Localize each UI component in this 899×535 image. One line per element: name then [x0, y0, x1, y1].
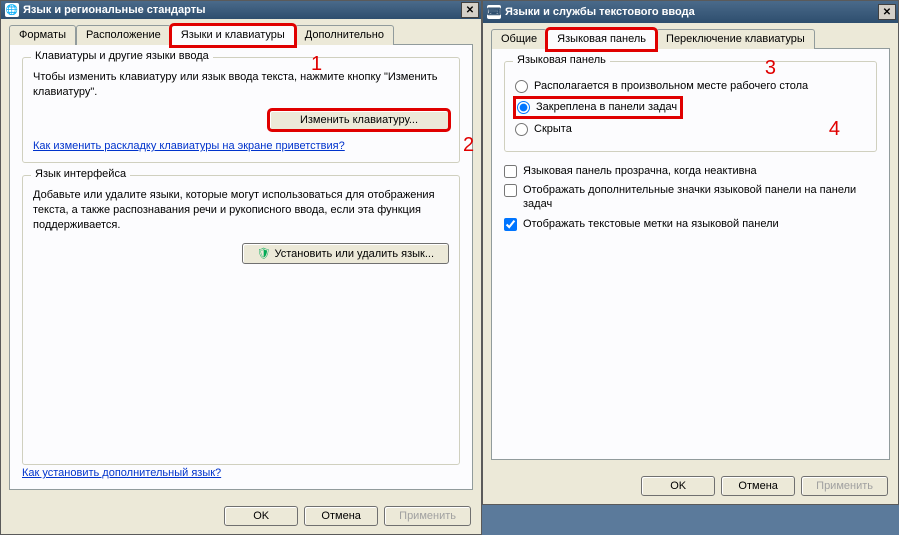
- check-transparent[interactable]: Языковая панель прозрачна, когда неактив…: [504, 164, 877, 178]
- globe-icon: 🌐: [5, 3, 19, 17]
- group-legend: Клавиатуры и другие языки ввода: [31, 50, 213, 62]
- annotation-marker: 1: [311, 53, 322, 76]
- titlebar[interactable]: ⌨ Языки и службы текстового ввода ✕: [483, 1, 898, 23]
- text-services-dialog: ⌨ Языки и службы текстового ввода ✕ Общи…: [482, 0, 899, 505]
- radio-docked[interactable]: Закреплена в панели задач: [515, 98, 681, 116]
- tab-panel: Клавиатуры и другие языки ввода Чтобы из…: [9, 44, 473, 490]
- check-extra-icons[interactable]: Отображать дополнительные значки языково…: [504, 183, 877, 212]
- window-title: Язык и региональные стандарты: [23, 4, 206, 16]
- tab-panel: Языковая панель Располагается в произвол…: [491, 48, 890, 460]
- checkbox-input[interactable]: [504, 218, 517, 231]
- change-keyboard-button[interactable]: Изменить клавиатуру...: [269, 110, 449, 130]
- titlebar[interactable]: 🌐 Язык и региональные стандарты ✕: [1, 1, 481, 19]
- group-text: Добавьте или удалите языки, которые могу…: [33, 188, 449, 233]
- group-language-bar: Языковая панель Располагается в произвол…: [504, 61, 877, 152]
- close-icon[interactable]: ✕: [461, 2, 479, 18]
- tabs: Форматы Расположение Языки и клавиатуры …: [9, 25, 473, 45]
- tab-location[interactable]: Расположение: [76, 25, 171, 45]
- annotation-marker: 4: [829, 118, 840, 141]
- install-more-link[interactable]: Как установить дополнительный язык?: [22, 467, 221, 479]
- ok-button[interactable]: OK: [641, 476, 715, 496]
- cancel-button[interactable]: Отмена: [721, 476, 795, 496]
- radio-input[interactable]: [517, 101, 530, 114]
- dialog-buttons: OK Отмена Применить: [1, 498, 481, 534]
- radio-input[interactable]: [515, 80, 528, 93]
- annotation-marker: 2: [463, 134, 474, 157]
- ok-button[interactable]: OK: [224, 506, 298, 526]
- shield-icon: 🛡: [257, 248, 271, 260]
- tab-general[interactable]: Общие: [491, 29, 547, 49]
- welcome-layout-link[interactable]: Как изменить раскладку клавиатуры на экр…: [33, 140, 345, 152]
- checkbox-input[interactable]: [504, 184, 517, 197]
- keyboard-icon: ⌨: [487, 5, 501, 19]
- cancel-button[interactable]: Отмена: [304, 506, 378, 526]
- group-ui-language: Язык интерфейса Добавьте или удалите язы…: [22, 175, 460, 465]
- tab-switch[interactable]: Переключение клавиатуры: [656, 29, 815, 49]
- window-title: Языки и службы текстового ввода: [505, 6, 695, 18]
- install-language-button[interactable]: 🛡Установить или удалить язык...: [242, 243, 449, 264]
- tab-formats[interactable]: Форматы: [9, 25, 76, 45]
- radio-input[interactable]: [515, 123, 528, 136]
- group-keyboards: Клавиатуры и другие языки ввода Чтобы из…: [22, 57, 460, 163]
- group-legend: Языковая панель: [513, 54, 610, 66]
- tab-keyboards[interactable]: Языки и клавиатуры: [171, 25, 295, 46]
- apply-button[interactable]: Применить: [384, 506, 471, 526]
- tab-advanced[interactable]: Дополнительно: [295, 25, 394, 45]
- checkbox-input[interactable]: [504, 165, 517, 178]
- group-text: Чтобы изменить клавиатуру или язык ввода…: [33, 70, 449, 100]
- check-text-labels[interactable]: Отображать текстовые метки на языковой п…: [504, 217, 877, 231]
- tab-language-bar[interactable]: Языковая панель: [547, 29, 656, 50]
- apply-button[interactable]: Применить: [801, 476, 888, 496]
- close-icon[interactable]: ✕: [878, 4, 896, 20]
- tabs: Общие Языковая панель Переключение клави…: [491, 29, 890, 49]
- group-legend: Язык интерфейса: [31, 168, 130, 180]
- radio-floating[interactable]: Располагается в произвольном месте рабоч…: [515, 79, 866, 93]
- radio-hidden[interactable]: Скрыта: [515, 122, 866, 136]
- dialog-buttons: OK Отмена Применить: [483, 468, 898, 504]
- region-dialog: 🌐 Язык и региональные стандарты ✕ Формат…: [0, 0, 482, 535]
- annotation-marker: 3: [765, 57, 776, 80]
